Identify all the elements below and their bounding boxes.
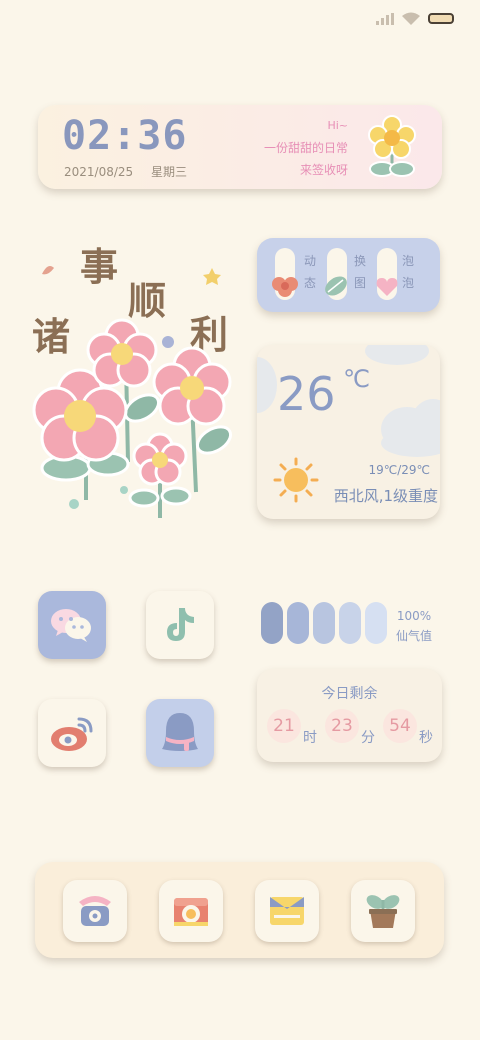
leaf-icon — [325, 276, 347, 296]
camera-app[interactable] — [159, 880, 223, 942]
countdown-seconds: 54 — [383, 709, 417, 743]
weather-temperature: 26 — [277, 367, 336, 421]
tiktok-icon — [167, 608, 194, 641]
greeting-line2: 来签收呀 — [299, 163, 348, 177]
heart-icon — [376, 278, 398, 296]
bubble-label-3-top: 泡 — [401, 254, 414, 268]
weather-unit: ℃ — [343, 365, 370, 393]
weather-range: 19℃/29℃ — [368, 463, 430, 477]
countdown-hours: 21 — [267, 709, 301, 743]
phone-icon — [79, 896, 111, 926]
date-text: 2021/08/25 — [64, 165, 134, 179]
level-bar-3 — [313, 602, 335, 644]
qq-icon — [162, 713, 198, 751]
wechat-app[interactable] — [38, 591, 106, 659]
greeting: Hi~ 一份甜甜的日常 来签收呀 — [264, 115, 348, 181]
dock — [35, 862, 444, 958]
bubble-label-3: 泡 泡 — [401, 250, 415, 294]
greeting-line1: 一份甜甜的日常 — [263, 141, 348, 155]
clock-date: 2021/08/25 星期三 — [64, 163, 187, 180]
flower-sticker[interactable]: 诸 事 顺 利 — [28, 232, 238, 522]
plant-icon — [366, 895, 400, 928]
clock-time: 02:36 — [62, 113, 188, 159]
wifi-icon — [402, 12, 420, 25]
phone-app[interactable] — [63, 880, 127, 942]
countdown-minutes: 23 — [325, 709, 359, 743]
bubble-widget[interactable]: 动 态 换 图 泡 泡 — [257, 238, 440, 312]
qq-app[interactable] — [146, 699, 214, 767]
bubble-label-3-bottom: 泡 — [401, 276, 414, 290]
countdown-minutes-unit: 分 — [361, 730, 375, 746]
level-bar-4 — [339, 602, 361, 644]
countdown-hours-unit: 时 — [303, 730, 317, 746]
level-bar-5 — [365, 602, 387, 644]
camera-icon — [174, 898, 208, 926]
bubble-label-2: 换 图 — [353, 250, 367, 294]
bubble-label-1-top: 动 — [303, 254, 316, 268]
yellow-flower-icon — [368, 115, 416, 177]
weibo-app[interactable] — [38, 699, 106, 767]
bubble-label-2-top: 换 — [353, 254, 366, 268]
red-flower-icon — [272, 277, 298, 297]
bubble-label-1: 动 态 — [303, 250, 317, 294]
sun-icon — [273, 457, 319, 503]
plant-app[interactable] — [351, 880, 415, 942]
weather-wind: 西北风,1级重度 — [333, 487, 438, 505]
fairy-label: 仙气值 — [396, 629, 433, 643]
messages-icon — [270, 897, 304, 925]
clock-widget[interactable]: 02:36 2021/08/25 星期三 Hi~ 一份甜甜的日常 来签收呀 — [38, 105, 442, 189]
tiktok-app[interactable] — [146, 591, 214, 659]
fairy-value: 100% — [396, 609, 432, 623]
weekday-text: 星期三 — [151, 165, 188, 179]
signal-icon — [376, 12, 394, 25]
greeting-hi: Hi~ — [327, 119, 348, 132]
status-bar — [376, 12, 454, 25]
countdown-seconds-unit: 秒 — [419, 730, 433, 746]
wechat-icon — [51, 609, 91, 642]
countdown-title: 今日剩余 — [321, 686, 378, 702]
weibo-icon — [51, 717, 93, 751]
level-bar-2 — [287, 602, 309, 644]
level-bar-1 — [261, 602, 283, 644]
battery-icon — [428, 13, 454, 24]
flowers-illustration — [32, 266, 233, 518]
messages-app[interactable] — [255, 880, 319, 942]
countdown-widget[interactable]: 今日剩余 21 时 23 分 54 秒 — [257, 669, 442, 762]
bubble-label-2-bottom: 图 — [353, 276, 366, 290]
bubble-label-1-bottom: 态 — [303, 276, 316, 290]
weather-widget[interactable]: 26 ℃ 19℃/29℃ 西北风,1级重度 — [257, 345, 440, 519]
fairy-level: 100% 仙气值 — [396, 606, 432, 646]
